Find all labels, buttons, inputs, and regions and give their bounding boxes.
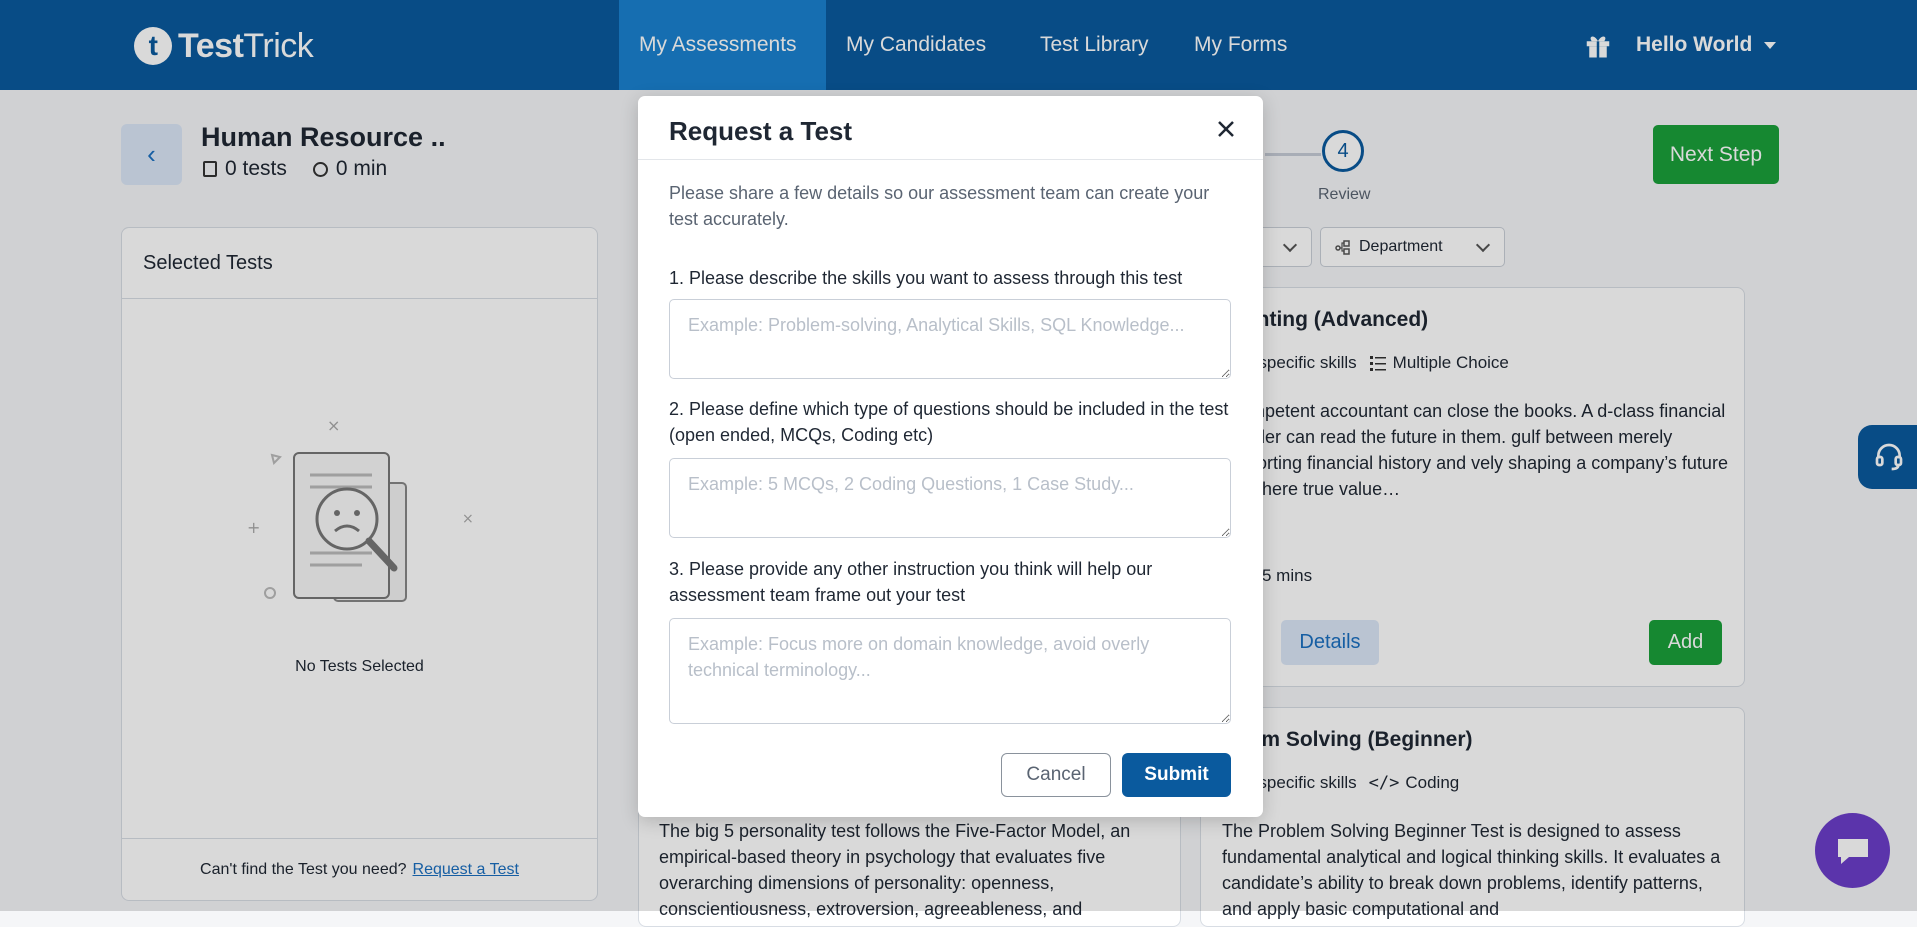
skills-textarea[interactable] <box>669 299 1231 379</box>
question-2-label: 2. Please define which type of questions… <box>669 399 1229 445</box>
question-3-label: 3. Please provide any other instruction … <box>669 559 1153 605</box>
request-test-modal: Request a Test Please share a few detail… <box>638 96 1263 817</box>
modal-header: Request a Test <box>638 96 1263 160</box>
question-types-textarea[interactable] <box>669 458 1231 538</box>
close-icon[interactable] <box>1215 118 1237 140</box>
cancel-button[interactable]: Cancel <box>1001 753 1111 797</box>
modal-title: Request a Test <box>669 116 853 146</box>
question-1-label: 1. Please describe the skills you want t… <box>669 268 1183 288</box>
instructions-textarea[interactable] <box>669 618 1231 724</box>
modal-intro-text: Please share a few details so our assess… <box>669 183 1210 229</box>
modal-backdrop-top <box>0 0 1917 90</box>
submit-button[interactable]: Submit <box>1122 753 1231 797</box>
